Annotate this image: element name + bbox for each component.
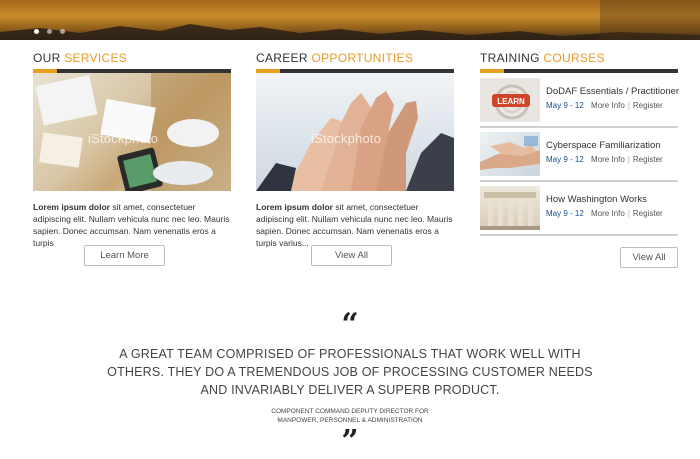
training-section: TRAINING COURSES <box>480 50 678 73</box>
careers-title: CAREER OPPORTUNITIES <box>256 50 454 66</box>
course-item-washington[interactable]: How Washington Works May 9 - 12 More Inf… <box>480 186 678 232</box>
carousel-dot-1[interactable] <box>34 29 39 34</box>
services-title-accent: SERVICES <box>64 51 128 65</box>
training-title-plain: TRAINING <box>480 51 544 65</box>
course-thumb-building <box>480 186 540 230</box>
careers-watermark: iStockphoto <box>311 131 382 146</box>
more-info-link[interactable]: More Info <box>591 209 625 218</box>
learn-more-button[interactable]: Learn More <box>84 245 165 266</box>
services-photo: iStockphoto <box>33 73 231 191</box>
course-item-cyberspace[interactable]: Cyberspace Familiarization May 9 - 12 Mo… <box>480 132 678 178</box>
course-meta: May 9 - 12 More Info | Register <box>546 155 663 164</box>
careers-title-plain: CAREER <box>256 51 312 65</box>
testimonial-quote: A GREAT TEAM COMPRISED OF PROFESSIONALS … <box>0 345 700 399</box>
course-divider <box>480 126 678 128</box>
course-date: May 9 - 12 <box>546 101 584 110</box>
careers-section: CAREER OPPORTUNITIES iStockphoto Lorem i… <box>256 50 454 249</box>
services-desc-bold: Lorem ipsum dolor <box>33 202 110 212</box>
register-link[interactable]: Register <box>633 155 663 164</box>
course-date: May 9 - 12 <box>546 209 584 218</box>
register-link[interactable]: Register <box>633 101 663 110</box>
course-divider <box>480 180 678 182</box>
carousel-dots <box>34 29 65 34</box>
learn-badge-text: LEARN <box>497 97 525 106</box>
careers-description: Lorem ipsum dolor sit amet, consectetuer… <box>256 201 456 249</box>
services-description: Lorem ipsum dolor sit amet, consectetuer… <box>33 201 233 249</box>
services-title-plain: OUR <box>33 51 65 65</box>
careers-view-all-button[interactable]: View All <box>311 245 392 266</box>
services-watermark: iStockphoto <box>88 131 159 146</box>
course-divider <box>480 234 678 236</box>
course-title[interactable]: How Washington Works <box>546 194 647 205</box>
training-divider <box>480 69 678 73</box>
careers-photo: iStockphoto <box>256 73 454 191</box>
training-title-accent: COURSES <box>543 51 605 65</box>
carousel-dot-2[interactable] <box>47 29 52 34</box>
course-item-dodaf[interactable]: LEARN DoDAF Essentials / Practitioner Ma… <box>480 78 679 124</box>
carousel-dot-3[interactable] <box>60 29 65 34</box>
attribution-line-1: COMPONENT COMMAND DEPUTY DIRECTOR FOR <box>271 408 429 415</box>
careers-desc-bold: Lorem ipsum dolor <box>256 202 333 212</box>
more-info-link[interactable]: More Info <box>591 101 625 110</box>
hero-banner <box>0 0 700 40</box>
course-title[interactable]: Cyberspace Familiarization <box>546 140 661 151</box>
services-title: OUR SERVICES <box>33 50 231 66</box>
quote-line-1: A GREAT TEAM COMPRISED OF PROFESSIONALS … <box>119 347 581 361</box>
close-quote-icon: ” <box>341 424 359 459</box>
quote-line-2: OTHERS. THEY DO A TREMENDOUS JOB OF PROC… <box>107 365 593 379</box>
course-meta: May 9 - 12 More Info | Register <box>546 101 663 110</box>
more-info-link[interactable]: More Info <box>591 155 625 164</box>
course-thumb-learn: LEARN <box>480 78 540 122</box>
services-section: OUR SERVICES iStockphoto Lorem ipsum dol… <box>33 50 231 249</box>
register-link[interactable]: Register <box>633 209 663 218</box>
testimonial-attribution: COMPONENT COMMAND DEPUTY DIRECTOR FOR MA… <box>0 407 700 425</box>
course-meta: May 9 - 12 More Info | Register <box>546 209 663 218</box>
course-title[interactable]: DoDAF Essentials / Practitioner <box>546 86 679 97</box>
course-thumb-handshake <box>480 132 540 176</box>
course-date: May 9 - 12 <box>546 155 584 164</box>
careers-title-accent: OPPORTUNITIES <box>311 51 414 65</box>
quote-line-3: AND INVARIABLY DELIVER A SUPERB PRODUCT. <box>200 383 500 397</box>
open-quote-icon: “ <box>341 307 359 342</box>
training-title: TRAINING COURSES <box>480 50 678 66</box>
training-view-all-button[interactable]: View All <box>620 247 678 268</box>
hero-landscape <box>0 0 700 40</box>
